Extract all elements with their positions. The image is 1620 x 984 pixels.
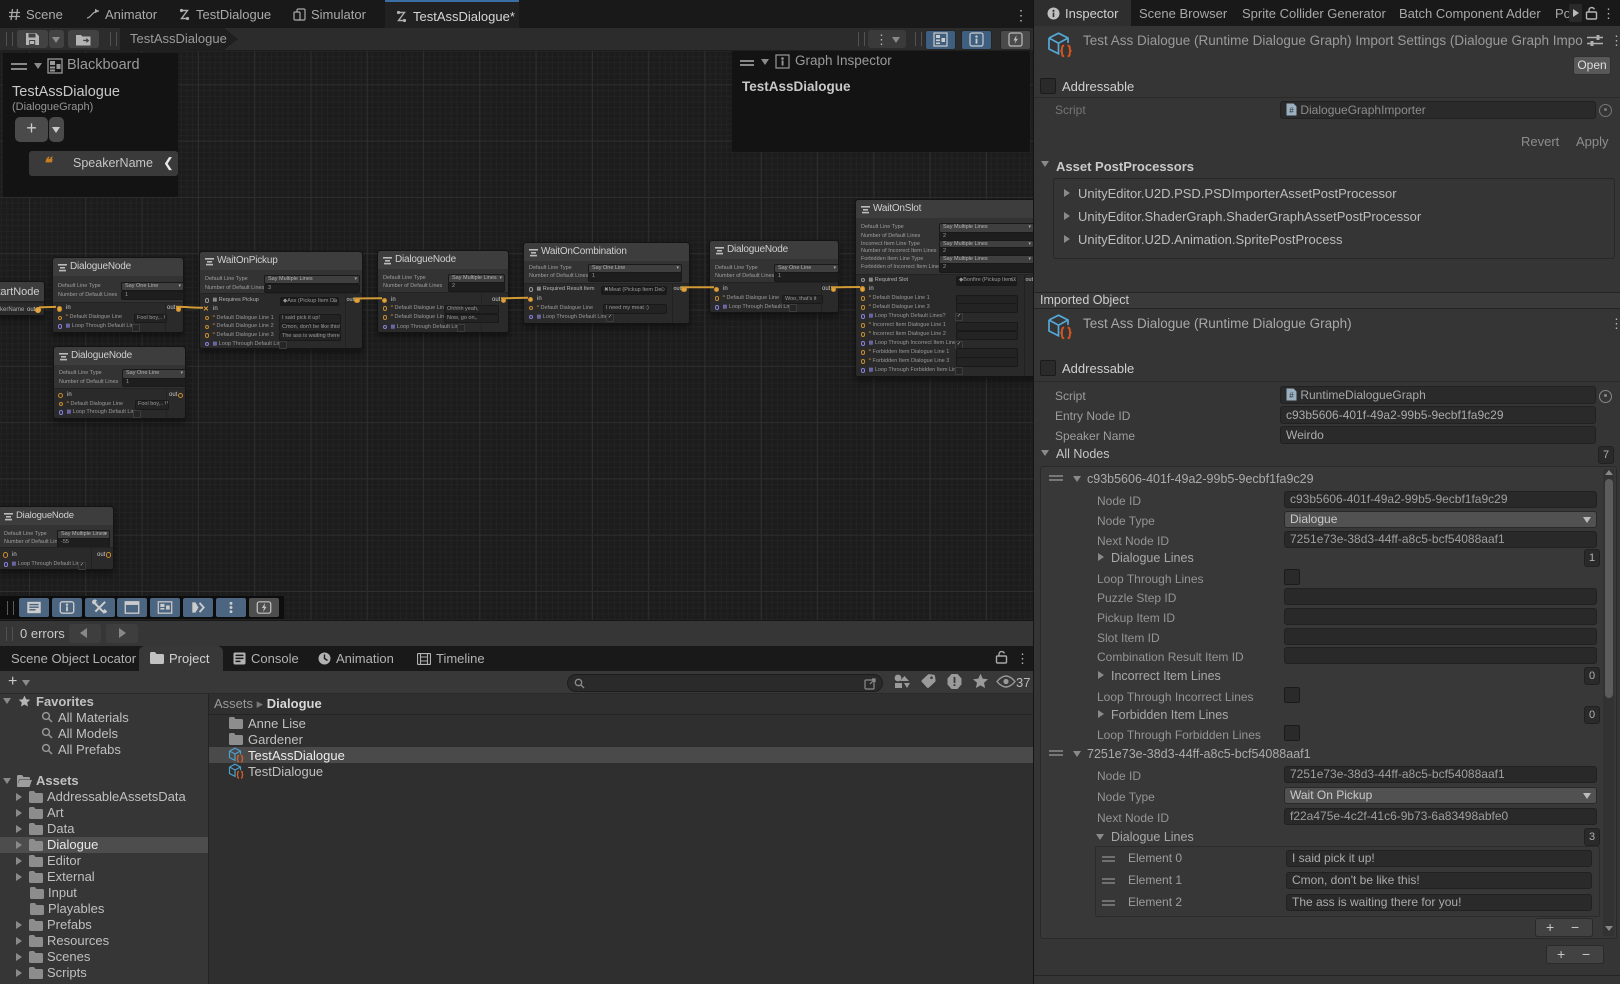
svg-text:#: # (1289, 391, 1294, 400)
svg-text:#: # (1289, 106, 1294, 115)
